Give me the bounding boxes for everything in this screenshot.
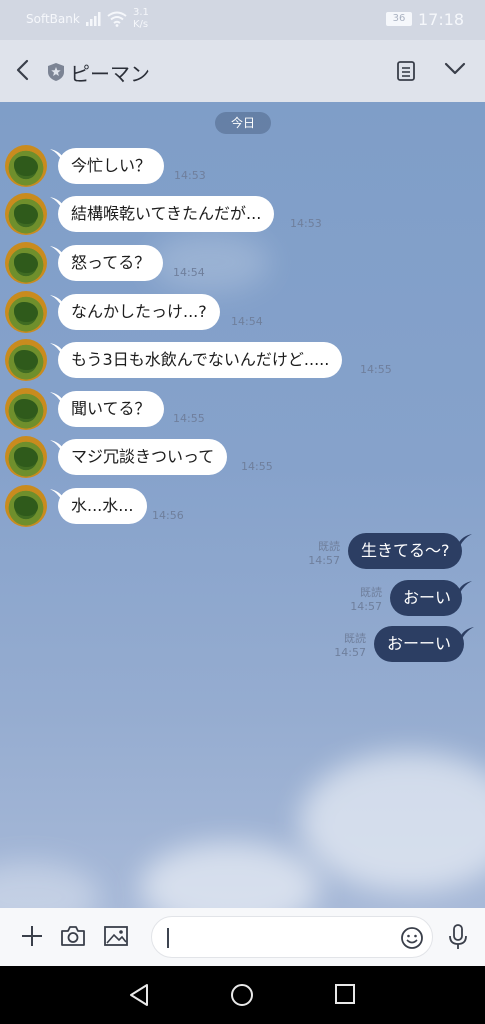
- message-time: 14:55: [360, 363, 392, 376]
- avatar[interactable]: [5, 436, 47, 478]
- bubble-tail: [50, 246, 64, 258]
- message-time: 14:57: [350, 600, 382, 613]
- message-input-bar: [0, 908, 485, 966]
- bubble-tail: [50, 295, 64, 307]
- message-time: 14:53: [174, 169, 206, 182]
- background-cloud: [150, 232, 270, 292]
- signal-icon: [86, 12, 101, 26]
- nav-home-icon[interactable]: [230, 983, 254, 1007]
- avatar[interactable]: [5, 485, 47, 527]
- incoming-message[interactable]: 結構喉乾いてきたんだが...: [58, 196, 275, 232]
- avatar[interactable]: [5, 339, 47, 381]
- network-speed-unit: K/s: [133, 19, 149, 30]
- date-separator: 今日: [215, 112, 271, 134]
- background-cloud: [140, 842, 320, 908]
- chat-area[interactable]: 今日 今忙しい？ 14:53 結構喉乾いてきたんだが... 14:53 怒ってる…: [0, 102, 485, 908]
- avatar[interactable]: [5, 145, 47, 187]
- read-receipt: 既読 14:57: [342, 586, 382, 614]
- incoming-message[interactable]: 怒ってる？: [58, 245, 164, 281]
- camera-icon[interactable]: [60, 924, 86, 948]
- carrier-name: SoftBank: [26, 12, 80, 26]
- bubble-tail: [50, 343, 64, 355]
- shield-icon: [48, 63, 64, 81]
- incoming-message[interactable]: なんかしたっけ...?: [58, 294, 220, 330]
- bubble-tail: [50, 197, 64, 209]
- bubble-tail: [50, 489, 64, 501]
- network-speed-value: 3.1: [133, 7, 149, 18]
- notes-icon[interactable]: [396, 60, 416, 82]
- background-cloud: [0, 862, 100, 908]
- avatar[interactable]: [5, 242, 47, 284]
- message-time: 14:54: [231, 315, 263, 328]
- message-time: 14:57: [308, 554, 340, 567]
- system-navigation-bar: [0, 966, 485, 1024]
- clock: 17:18: [418, 10, 465, 29]
- incoming-message[interactable]: もう3日も水飲んでないんだけど.....: [58, 342, 343, 378]
- background-cloud: [300, 752, 485, 892]
- chat-title: ピーマン: [70, 62, 150, 86]
- bubble-tail: [458, 581, 472, 593]
- incoming-message[interactable]: 今忙しい？: [58, 148, 165, 184]
- bubble-tail: [50, 149, 64, 161]
- read-label: 既読: [344, 632, 366, 645]
- chevron-down-icon[interactable]: [444, 62, 466, 76]
- message-time: 14:53: [290, 217, 322, 230]
- outgoing-message[interactable]: おーーい: [374, 626, 464, 662]
- message-time: 14:54: [173, 266, 205, 279]
- message-input[interactable]: [151, 916, 433, 958]
- bubble-tail: [50, 440, 64, 452]
- bubble-tail: [50, 392, 64, 404]
- outgoing-message[interactable]: 生きてる〜?: [348, 533, 462, 569]
- message-time: 14:55: [241, 460, 273, 473]
- back-icon[interactable]: [14, 58, 32, 82]
- battery-level: 36: [392, 13, 406, 24]
- battery-indicator: 36: [386, 12, 412, 26]
- mic-icon[interactable]: [448, 924, 468, 950]
- incoming-message[interactable]: マジ冗談きついって: [58, 439, 228, 475]
- nav-recents-icon[interactable]: [334, 983, 356, 1005]
- image-icon[interactable]: [103, 924, 129, 948]
- emoji-icon[interactable]: [400, 926, 424, 950]
- avatar[interactable]: [5, 193, 47, 235]
- incoming-message[interactable]: 水...水...: [58, 488, 147, 524]
- chat-header: ピーマン: [0, 40, 485, 102]
- incoming-message[interactable]: 聞いてる？: [58, 391, 164, 427]
- avatar[interactable]: [5, 291, 47, 333]
- read-label: 既読: [318, 540, 340, 553]
- wifi-icon: [107, 11, 127, 27]
- nav-back-icon[interactable]: [128, 983, 150, 1007]
- avatar[interactable]: [5, 388, 47, 430]
- read-receipt: 既読 14:57: [326, 632, 366, 660]
- message-time: 14:56: [152, 509, 184, 522]
- read-label: 既読: [360, 586, 382, 599]
- status-bar: SoftBank 3.1 K/s 36 17:18: [0, 0, 485, 40]
- bubble-tail: [460, 627, 474, 639]
- plus-icon[interactable]: [20, 924, 44, 948]
- message-time: 14:55: [173, 412, 205, 425]
- network-speed: 3.1 K/s: [133, 7, 149, 31]
- read-receipt: 既読 14:57: [300, 540, 340, 568]
- message-time: 14:57: [334, 646, 366, 659]
- outgoing-message[interactable]: おーい: [390, 580, 462, 616]
- text-caret: [167, 928, 169, 948]
- bubble-tail: [458, 534, 472, 546]
